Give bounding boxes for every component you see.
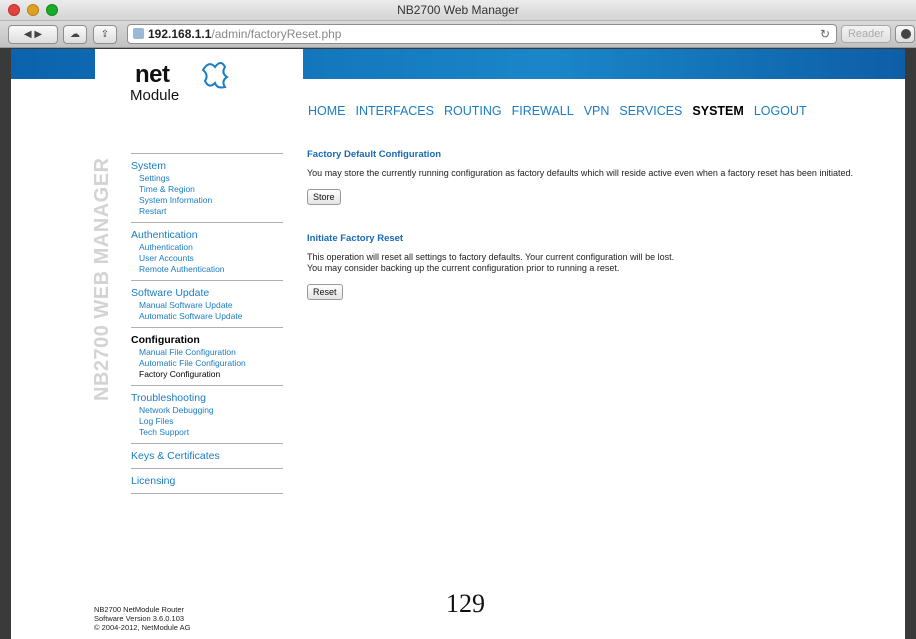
sidebar-item[interactable]: Automatic Software Update xyxy=(131,311,283,322)
sidebar-group: System Settings Time & Region System Inform… xyxy=(131,153,283,222)
sidebar-group-title[interactable]: Troubleshooting xyxy=(131,392,283,405)
icloud-tabs-icon[interactable]: ☁ xyxy=(63,25,87,44)
side-watermark-text: NB2700 WEB MANAGER xyxy=(91,157,113,401)
sidebar-item[interactable]: Manual Software Update xyxy=(131,300,283,311)
sidebar-item[interactable]: Settings xyxy=(131,173,283,184)
sidebar-group-title[interactable]: Configuration xyxy=(131,334,283,347)
nav-system[interactable]: SYSTEM xyxy=(692,104,743,118)
page-number: 129 xyxy=(446,589,485,618)
url-host: 192.168.1.1 xyxy=(148,27,212,41)
logo[interactable]: net Module xyxy=(95,49,303,135)
back-forward-buttons[interactable]: ◀ ▶ xyxy=(8,25,58,44)
sidebar-group-title[interactable]: Licensing xyxy=(131,475,283,488)
factory-default-heading: Factory Default Configuration xyxy=(307,149,442,160)
url-path: /admin/factoryReset.php xyxy=(211,27,342,41)
main-nav: HOME INTERFACES ROUTING FIREWALL VPN SERVICES… xyxy=(308,102,817,118)
sidebar-item[interactable]: Automatic File Configuration xyxy=(131,358,283,369)
nav-home[interactable]: HOME xyxy=(308,104,346,118)
window-title: NB2700 Web Manager xyxy=(397,3,519,17)
factory-default-text: You may store the currently running conf… xyxy=(307,168,853,178)
side-watermark: NB2700 WEB MANAGER xyxy=(89,147,119,407)
nav-interfaces[interactable]: INTERFACES xyxy=(356,104,435,118)
sidebar-group: Authentication Authentication User Account… xyxy=(131,222,283,280)
store-button[interactable]: Store xyxy=(307,189,341,205)
reset-button[interactable]: Reset xyxy=(307,284,343,300)
sidebar-group: Software Update Manual Software Update Aut… xyxy=(131,280,283,327)
sidebar-group-title[interactable]: Keys & Certificates xyxy=(131,450,283,463)
nav-services[interactable]: SERVICES xyxy=(619,104,682,118)
reload-icon[interactable]: ↻ xyxy=(820,25,830,43)
browser-toolbar: ◀ ▶ ☁ ⇪ 192.168.1.1/admin/factoryReset.p… xyxy=(0,21,916,48)
footer: NB2700 NetModule Router Software Version… xyxy=(94,605,190,632)
zoom-window-button[interactable] xyxy=(46,4,58,16)
factory-reset-text-2: You may consider backing up the current … xyxy=(307,263,620,273)
sidebar-group: Licensing xyxy=(131,468,283,494)
factory-reset-heading: Initiate Factory Reset xyxy=(307,233,404,244)
sidebar-item[interactable]: System Information xyxy=(131,195,283,206)
sidebar-item[interactable]: Authentication xyxy=(131,242,283,253)
reader-button[interactable]: Reader xyxy=(841,25,891,43)
favicon-icon xyxy=(133,28,144,39)
logo-module-text: Module xyxy=(130,87,180,104)
sidebar-item[interactable]: Log Files xyxy=(131,416,283,427)
web-page: net Module HOME INTERFACES ROUTING FIREWALL… xyxy=(11,49,905,639)
puzzle-logo-icon xyxy=(201,62,229,89)
downloads-icon[interactable] xyxy=(895,25,915,43)
footer-version: Software Version 3.6.0.103 xyxy=(94,614,185,623)
nav-firewall[interactable]: FIREWALL xyxy=(512,104,574,118)
address-bar[interactable]: 192.168.1.1/admin/factoryReset.php ↻ xyxy=(127,24,837,44)
nav-vpn[interactable]: VPN xyxy=(584,104,610,118)
sidebar-item[interactable]: Tech Support xyxy=(131,427,283,438)
sidebar-item[interactable]: Manual File Configuration xyxy=(131,347,283,358)
sidebar-group-title[interactable]: System xyxy=(131,160,283,173)
sidebar-item[interactable]: Factory Configuration xyxy=(131,369,283,380)
logo-net-text: net xyxy=(135,61,170,88)
main-content: Factory Default Configuration You may st… xyxy=(307,149,867,300)
footer-copyright: © 2004-2012, NetModule AG xyxy=(94,623,191,632)
minimize-window-button[interactable] xyxy=(27,4,39,16)
window-titlebar: NB2700 Web Manager xyxy=(0,0,916,21)
sidebar-group: Keys & Certificates xyxy=(131,443,283,468)
sidebar-group-title[interactable]: Software Update xyxy=(131,287,283,300)
nav-routing[interactable]: ROUTING xyxy=(444,104,502,118)
sidebar-item[interactable]: User Accounts xyxy=(131,253,283,264)
sidebar-item[interactable]: Remote Authentication xyxy=(131,264,283,275)
footer-product: NB2700 NetModule Router xyxy=(94,605,185,614)
sidebar-group: Configuration Manual File Configuration Au… xyxy=(131,327,283,385)
sidebar-menu: System Settings Time & Region System Inform… xyxy=(131,153,283,494)
nav-logout[interactable]: LOGOUT xyxy=(754,104,807,118)
sidebar-item[interactable]: Restart xyxy=(131,206,283,217)
sidebar-item[interactable]: Time & Region xyxy=(131,184,283,195)
factory-reset-text-1: This operation will reset all settings t… xyxy=(307,252,675,262)
share-icon[interactable]: ⇪ xyxy=(93,25,117,44)
close-window-button[interactable] xyxy=(8,4,20,16)
sidebar-item[interactable]: Network Debugging xyxy=(131,405,283,416)
sidebar-group: Troubleshooting Network Debugging Log File… xyxy=(131,385,283,443)
sidebar-group-title[interactable]: Authentication xyxy=(131,229,283,242)
